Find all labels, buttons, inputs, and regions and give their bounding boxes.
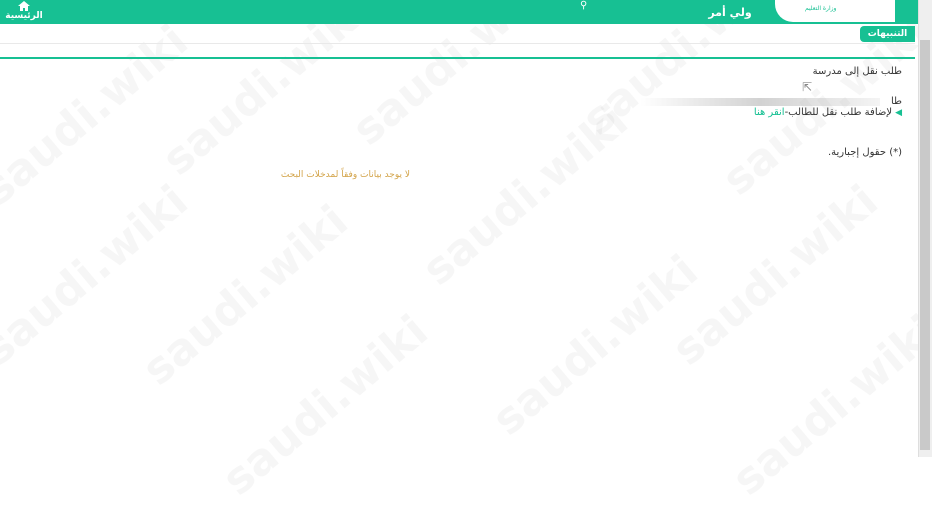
home-icon bbox=[18, 1, 30, 11]
home-button[interactable]: الرئيسية bbox=[4, 0, 44, 24]
watermark: saudi.wiki bbox=[0, 175, 198, 376]
watermark: saudi.wiki bbox=[412, 95, 638, 296]
ministry-logo: وزارة التعليم bbox=[775, 0, 895, 22]
page-title: طلب نقل إلى مدرسة bbox=[812, 66, 902, 77]
watermark: saudi.wiki bbox=[722, 305, 932, 506]
scrollbar-thumb[interactable] bbox=[920, 40, 930, 450]
watermark: saudi.wiki bbox=[212, 305, 438, 506]
divider bbox=[0, 43, 915, 44]
user-role-menu[interactable]: ولي أمر bbox=[700, 6, 760, 19]
watermark: saudi.wiki bbox=[132, 195, 358, 396]
add-transfer-request: ◀لإضافة طلب نقل للطالب-انقر هنا bbox=[753, 107, 902, 118]
no-results-message: لا يوجد بيانات وفقاً لمدخلات البحث bbox=[280, 170, 410, 180]
search-icon[interactable]: ⚲ bbox=[580, 0, 587, 11]
home-label: الرئيسية bbox=[5, 11, 43, 21]
click-here-link[interactable]: انقر هنا bbox=[754, 107, 785, 118]
logo-text: وزارة التعليم bbox=[805, 5, 837, 12]
arrow-left-icon: ◀ bbox=[895, 108, 902, 118]
mouse-cursor-icon: ⇱ bbox=[802, 80, 813, 94]
required-fields-note: (*) حقول إجبارية. bbox=[827, 147, 902, 158]
watermark: saudi.wiki bbox=[152, 0, 378, 186]
tab-alerts[interactable]: التنبيهات bbox=[860, 26, 915, 42]
top-navbar: الرئيسية ⚲ ولي أمر وزارة التعليم bbox=[0, 0, 932, 24]
watermark: saudi.wiki bbox=[482, 245, 708, 446]
section-divider bbox=[0, 57, 915, 59]
student-label: طا bbox=[890, 96, 902, 107]
watermark: saudi.wiki bbox=[662, 175, 888, 376]
watermark: saudi.wiki bbox=[0, 15, 198, 216]
add-request-text: لإضافة طلب نقل للطالب bbox=[788, 107, 893, 118]
